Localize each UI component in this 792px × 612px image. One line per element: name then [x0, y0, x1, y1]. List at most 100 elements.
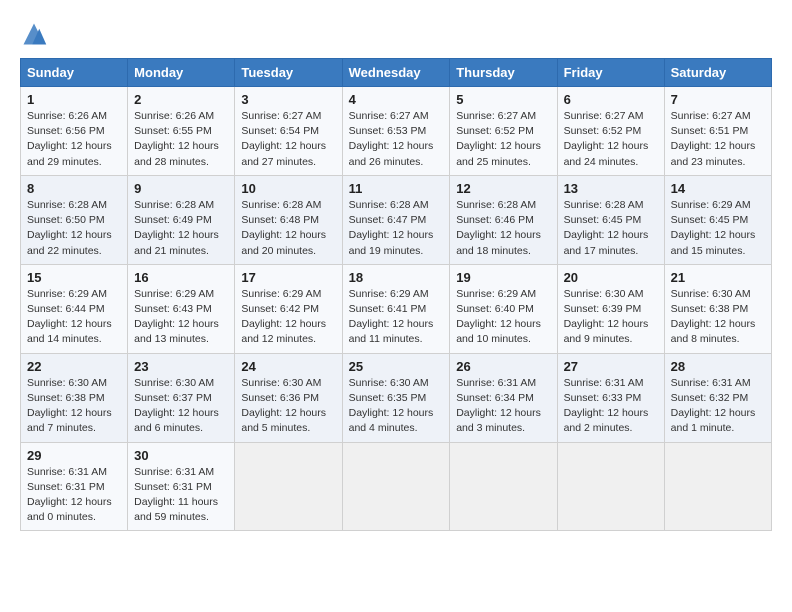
day-number: 19 — [456, 270, 550, 285]
calendar-cell — [450, 442, 557, 531]
day-number: 17 — [241, 270, 335, 285]
day-info: Sunrise: 6:28 AM Sunset: 6:45 PM Dayligh… — [564, 198, 658, 259]
weekday-header-friday: Friday — [557, 59, 664, 87]
calendar-cell: 8 Sunrise: 6:28 AM Sunset: 6:50 PM Daylig… — [21, 175, 128, 264]
day-number: 21 — [671, 270, 765, 285]
day-info: Sunrise: 6:27 AM Sunset: 6:51 PM Dayligh… — [671, 109, 765, 170]
calendar-cell — [664, 442, 771, 531]
calendar-cell: 13Sunrise: 6:28 AM Sunset: 6:45 PM Dayli… — [557, 175, 664, 264]
day-number: 8 — [27, 181, 121, 196]
day-info: Sunrise: 6:30 AM Sunset: 6:35 PM Dayligh… — [349, 376, 444, 437]
calendar-week-1: 1 Sunrise: 6:26 AM Sunset: 6:56 PM Daylig… — [21, 87, 772, 176]
day-info: Sunrise: 6:27 AM Sunset: 6:52 PM Dayligh… — [456, 109, 550, 170]
logo — [20, 20, 52, 48]
day-info: Sunrise: 6:28 AM Sunset: 6:47 PM Dayligh… — [349, 198, 444, 259]
logo-icon — [20, 20, 48, 48]
calendar-cell: 9 Sunrise: 6:28 AM Sunset: 6:49 PM Daylig… — [128, 175, 235, 264]
day-number: 12 — [456, 181, 550, 196]
weekday-header-wednesday: Wednesday — [342, 59, 450, 87]
calendar-cell: 11 Sunrise: 6:28 AM Sunset: 6:47 PM Dayli… — [342, 175, 450, 264]
weekday-header-saturday: Saturday — [664, 59, 771, 87]
day-number: 11 — [349, 181, 444, 196]
calendar-week-4: 22 Sunrise: 6:30 AM Sunset: 6:38 PM Dayli… — [21, 353, 772, 442]
day-number: 25 — [349, 359, 444, 374]
calendar-cell: 7 Sunrise: 6:27 AM Sunset: 6:51 PM Daylig… — [664, 87, 771, 176]
day-number: 3 — [241, 92, 335, 107]
calendar-cell: 3 Sunrise: 6:27 AM Sunset: 6:54 PM Daylig… — [235, 87, 342, 176]
page-header — [20, 20, 772, 48]
day-info: Sunrise: 6:29 AM Sunset: 6:43 PM Dayligh… — [134, 287, 228, 348]
day-number: 16 — [134, 270, 228, 285]
calendar-cell: 12 Sunrise: 6:28 AM Sunset: 6:46 PM Dayli… — [450, 175, 557, 264]
day-info: Sunrise: 6:30 AM Sunset: 6:36 PM Dayligh… — [241, 376, 335, 437]
day-info: Sunrise: 6:28 AM Sunset: 6:49 PM Dayligh… — [134, 198, 228, 259]
calendar-cell: 10 Sunrise: 6:28 AM Sunset: 6:48 PM Dayli… — [235, 175, 342, 264]
day-number: 29 — [27, 448, 121, 463]
calendar-cell: 4 Sunrise: 6:27 AM Sunset: 6:53 PM Daylig… — [342, 87, 450, 176]
day-number: 14 — [671, 181, 765, 196]
day-info: Sunrise: 6:31 AM Sunset: 6:31 PM Dayligh… — [134, 465, 228, 526]
day-info: Sunrise: 6:28 AM Sunset: 6:50 PM Dayligh… — [27, 198, 121, 259]
day-info: Sunrise: 6:31 AM Sunset: 6:31 PM Dayligh… — [27, 465, 121, 526]
calendar-cell: 21 Sunrise: 6:30 AM Sunset: 6:38 PM Dayli… — [664, 264, 771, 353]
day-number: 9 — [134, 181, 228, 196]
calendar-cell — [235, 442, 342, 531]
day-number: 24 — [241, 359, 335, 374]
calendar-cell: 22 Sunrise: 6:30 AM Sunset: 6:38 PM Dayli… — [21, 353, 128, 442]
day-info: Sunrise: 6:29 AM Sunset: 6:40 PM Dayligh… — [456, 287, 550, 348]
day-number: 30 — [134, 448, 228, 463]
calendar-cell: 15Sunrise: 6:29 AM Sunset: 6:44 PM Dayli… — [21, 264, 128, 353]
calendar-cell: 2 Sunrise: 6:26 AM Sunset: 6:55 PM Daylig… — [128, 87, 235, 176]
day-info: Sunrise: 6:28 AM Sunset: 6:46 PM Dayligh… — [456, 198, 550, 259]
calendar-cell: 20 Sunrise: 6:30 AM Sunset: 6:39 PM Dayli… — [557, 264, 664, 353]
day-number: 28 — [671, 359, 765, 374]
calendar-cell: 1 Sunrise: 6:26 AM Sunset: 6:56 PM Daylig… — [21, 87, 128, 176]
day-number: 1 — [27, 92, 121, 107]
calendar-table: SundayMondayTuesdayWednesdayThursdayFrid… — [20, 58, 772, 531]
calendar-cell: 17 Sunrise: 6:29 AM Sunset: 6:42 PM Dayli… — [235, 264, 342, 353]
day-number: 5 — [456, 92, 550, 107]
calendar-cell — [557, 442, 664, 531]
calendar-cell: 24 Sunrise: 6:30 AM Sunset: 6:36 PM Dayli… — [235, 353, 342, 442]
day-number: 22 — [27, 359, 121, 374]
day-info: Sunrise: 6:30 AM Sunset: 6:37 PM Dayligh… — [134, 376, 228, 437]
day-info: Sunrise: 6:27 AM Sunset: 6:52 PM Dayligh… — [564, 109, 658, 170]
calendar-cell — [342, 442, 450, 531]
day-number: 18 — [349, 270, 444, 285]
day-number: 26 — [456, 359, 550, 374]
day-info: Sunrise: 6:30 AM Sunset: 6:39 PM Dayligh… — [564, 287, 658, 348]
day-number: 4 — [349, 92, 444, 107]
day-number: 27 — [564, 359, 658, 374]
weekday-header-sunday: Sunday — [21, 59, 128, 87]
calendar-cell: 18 Sunrise: 6:29 AM Sunset: 6:41 PM Dayli… — [342, 264, 450, 353]
calendar-week-5: 29 Sunrise: 6:31 AM Sunset: 6:31 PM Dayli… — [21, 442, 772, 531]
day-info: Sunrise: 6:29 AM Sunset: 6:45 PM Dayligh… — [671, 198, 765, 259]
day-info: Sunrise: 6:26 AM Sunset: 6:55 PM Dayligh… — [134, 109, 228, 170]
day-info: Sunrise: 6:27 AM Sunset: 6:54 PM Dayligh… — [241, 109, 335, 170]
calendar-cell: 29 Sunrise: 6:31 AM Sunset: 6:31 PM Dayli… — [21, 442, 128, 531]
calendar-cell: 16 Sunrise: 6:29 AM Sunset: 6:43 PM Dayli… — [128, 264, 235, 353]
calendar-week-3: 15Sunrise: 6:29 AM Sunset: 6:44 PM Dayli… — [21, 264, 772, 353]
day-number: 6 — [564, 92, 658, 107]
day-info: Sunrise: 6:31 AM Sunset: 6:32 PM Dayligh… — [671, 376, 765, 437]
day-info: Sunrise: 6:26 AM Sunset: 6:56 PM Dayligh… — [27, 109, 121, 170]
calendar-cell: 5 Sunrise: 6:27 AM Sunset: 6:52 PM Daylig… — [450, 87, 557, 176]
weekday-header-tuesday: Tuesday — [235, 59, 342, 87]
day-number: 7 — [671, 92, 765, 107]
day-number: 10 — [241, 181, 335, 196]
day-number: 20 — [564, 270, 658, 285]
day-info: Sunrise: 6:30 AM Sunset: 6:38 PM Dayligh… — [671, 287, 765, 348]
calendar-week-2: 8 Sunrise: 6:28 AM Sunset: 6:50 PM Daylig… — [21, 175, 772, 264]
calendar-cell: 26 Sunrise: 6:31 AM Sunset: 6:34 PM Dayli… — [450, 353, 557, 442]
calendar-cell: 27Sunrise: 6:31 AM Sunset: 6:33 PM Dayli… — [557, 353, 664, 442]
day-info: Sunrise: 6:29 AM Sunset: 6:44 PM Dayligh… — [27, 287, 121, 348]
day-info: Sunrise: 6:31 AM Sunset: 6:34 PM Dayligh… — [456, 376, 550, 437]
calendar-cell: 14 Sunrise: 6:29 AM Sunset: 6:45 PM Dayli… — [664, 175, 771, 264]
day-info: Sunrise: 6:29 AM Sunset: 6:41 PM Dayligh… — [349, 287, 444, 348]
day-info: Sunrise: 6:29 AM Sunset: 6:42 PM Dayligh… — [241, 287, 335, 348]
calendar-cell: 30 Sunrise: 6:31 AM Sunset: 6:31 PM Dayli… — [128, 442, 235, 531]
day-info: Sunrise: 6:27 AM Sunset: 6:53 PM Dayligh… — [349, 109, 444, 170]
day-number: 2 — [134, 92, 228, 107]
day-info: Sunrise: 6:28 AM Sunset: 6:48 PM Dayligh… — [241, 198, 335, 259]
day-info: Sunrise: 6:30 AM Sunset: 6:38 PM Dayligh… — [27, 376, 121, 437]
